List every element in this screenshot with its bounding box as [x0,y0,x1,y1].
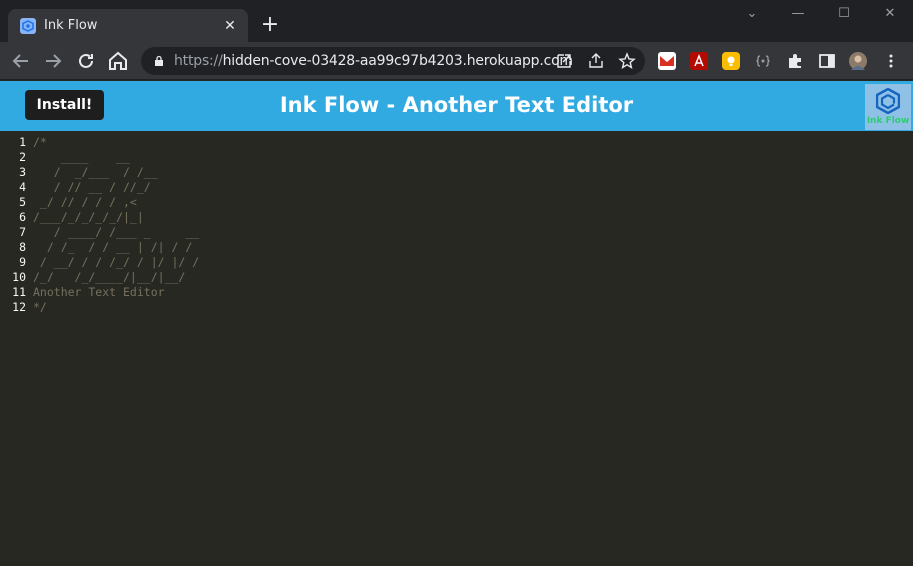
tab-title: Ink Flow [44,18,98,33]
home-button[interactable] [106,49,130,73]
line-number: 7 [19,225,26,239]
reload-icon [79,53,93,68]
browser-tab[interactable]: Ink Flow ✕ [8,9,248,43]
json-viewer-extension-icon[interactable] [754,52,772,70]
home-icon [109,51,127,70]
line-number: 8 [19,240,26,254]
open-in-app-icon[interactable] [555,52,573,70]
forward-arrow-icon [46,54,62,68]
bookmark-star-icon[interactable] [618,52,636,70]
code-line[interactable]: / ____/ /___ _ __ [33,225,199,240]
code-line[interactable]: / _/___ / /__ [33,165,199,180]
code-line[interactable]: Another Text Editor [33,285,199,300]
browser-toolbar: https://hidden-cove-03428-aa99c97b4203.h… [0,42,913,80]
share-icon[interactable] [587,52,605,70]
profile-avatar[interactable] [849,52,867,70]
tab-search-dropdown-icon[interactable]: ⌄ [737,6,767,26]
line-number: 10 [12,270,26,284]
code-line[interactable]: / __/ / / /_/ / |/ |/ / [33,255,199,270]
forward-button[interactable] [41,49,65,73]
back-button[interactable] [9,49,33,73]
browser-menu-icon[interactable] [882,52,900,70]
logo-hexagon-icon [876,88,900,114]
back-arrow-icon [12,54,28,68]
minimize-button[interactable]: — [783,6,813,26]
app-header: Install! Ink Flow - Another Text Editor … [0,81,913,131]
line-number: 2 [19,150,26,164]
code-line[interactable]: _/ // / / / ,< [33,195,199,210]
keep-extension-icon[interactable] [722,52,740,70]
close-window-button[interactable]: ✕ [875,6,905,26]
maximize-button[interactable]: ☐ [829,6,859,26]
line-number: 5 [19,195,26,209]
line-number: 1 [19,135,26,149]
line-number: 9 [19,255,26,269]
app-title: Ink Flow - Another Text Editor [279,93,634,117]
url-text: https://hidden-cove-03428-aa99c97b4203.h… [174,53,573,69]
side-panel-icon[interactable] [818,52,836,70]
code-line[interactable]: */ [33,300,199,315]
browser-titlebar: Ink Flow ✕ + ⌄ — ☐ ✕ [0,0,913,43]
code-line[interactable]: /_/ /_/____/|__/|__/ [33,270,199,285]
address-bar[interactable]: https://hidden-cove-03428-aa99c97b4203.h… [141,47,645,75]
favicon-icon [20,18,36,34]
code-line[interactable]: ____ __ [33,150,199,165]
extensions-puzzle-icon[interactable] [786,52,804,70]
gmail-extension-icon[interactable] [658,52,676,70]
code-line[interactable]: /* [33,135,199,150]
code-content[interactable]: /* ____ __ / _/___ / /__ / // __ / //_/ … [33,135,199,315]
code-editor[interactable]: 1 2 3 4 5 6 7 8 9 10 11 12 /* ____ __ / … [0,131,913,566]
line-number: 6 [19,210,26,224]
tab-close-icon[interactable]: ✕ [220,16,240,36]
pdf-extension-icon[interactable] [690,52,708,70]
line-number-gutter: 1 2 3 4 5 6 7 8 9 10 11 12 [0,135,30,315]
code-line[interactable]: /___/_/_/_/_/|_| [33,210,199,225]
line-number: 11 [12,285,26,299]
new-tab-button[interactable]: + [258,13,282,37]
line-number: 4 [19,180,26,194]
line-number: 3 [19,165,26,179]
reload-button[interactable] [74,49,98,73]
app-logo: Ink Flow [865,84,911,130]
logo-text: Ink Flow [866,116,910,126]
lock-icon [155,55,163,66]
line-number: 12 [12,300,26,314]
code-line[interactable]: / // __ / //_/ [33,180,199,195]
code-line[interactable]: / /_ / / __ | /| / / [33,240,199,255]
